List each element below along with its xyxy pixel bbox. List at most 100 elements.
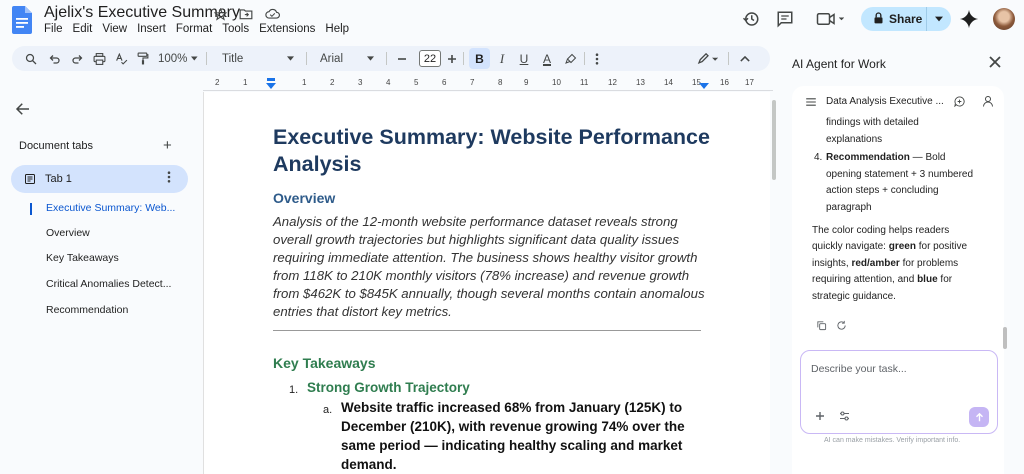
text-color-button[interactable]: A — [538, 46, 556, 71]
menu-insert[interactable]: Insert — [137, 23, 166, 35]
ruler-number: 13 — [636, 78, 645, 87]
comments-icon[interactable] — [774, 8, 796, 30]
decrease-font-size-button[interactable] — [394, 46, 410, 71]
highlight-color-icon[interactable] — [562, 46, 580, 71]
ruler-number: 12 — [608, 78, 617, 87]
redo-icon[interactable] — [68, 46, 86, 71]
tab-document-icon — [25, 174, 35, 184]
increase-font-size-button[interactable] — [444, 46, 460, 71]
document-title[interactable]: Ajelix's Executive Summary — [44, 4, 240, 22]
gemini-sparkle-icon[interactable] — [958, 8, 980, 30]
share-options-button[interactable] — [927, 7, 951, 31]
spellcheck-icon[interactable] — [112, 46, 130, 71]
outline-item-key-takeaways[interactable]: Key Takeaways — [46, 252, 119, 264]
undo-icon[interactable] — [46, 46, 64, 71]
document-outline-sidebar: Document tabs + Tab 1 Executive Summary:… — [0, 92, 200, 474]
copy-icon[interactable] — [816, 320, 827, 331]
chevron-down-icon — [367, 56, 374, 61]
menu-view[interactable]: View — [102, 23, 127, 35]
menu-edit[interactable]: Edit — [73, 23, 93, 35]
ruler[interactable]: 2 1 1 2 3 4 5 6 7 8 9 10 11 12 13 14 15 … — [203, 76, 773, 91]
menu-tools[interactable]: Tools — [222, 23, 249, 35]
font-select[interactable]: Arial — [314, 46, 380, 71]
avatar[interactable] — [993, 8, 1015, 30]
menu-extensions[interactable]: Extensions — [259, 23, 315, 35]
underline-button[interactable]: U — [515, 46, 533, 71]
outline-item-recommendation[interactable]: Recommendation — [46, 304, 128, 316]
meet-icon[interactable] — [814, 8, 848, 30]
add-plus-icon[interactable] — [815, 411, 825, 421]
new-chat-icon[interactable] — [954, 96, 965, 107]
ai-chat-header: Data Analysis Executive ... — [806, 96, 996, 107]
ruler-number: 10 — [552, 78, 561, 87]
ruler-number: 3 — [358, 78, 363, 87]
paint-format-icon[interactable] — [134, 46, 152, 71]
ai-bold-text: blue — [917, 274, 938, 285]
chevron-down-icon — [191, 56, 198, 61]
chevron-up-icon[interactable] — [736, 46, 754, 71]
tab-1[interactable]: Tab 1 — [11, 165, 188, 193]
menu-file[interactable]: File — [44, 23, 63, 35]
ai-text-line: Recommendation — Bold — [826, 150, 945, 167]
tab-more-options-icon[interactable] — [167, 170, 171, 186]
ai-text-line: explanations — [826, 134, 883, 145]
indent-marker-icon[interactable] — [266, 78, 276, 90]
document-page[interactable]: Executive Summary: Website Performance A… — [203, 92, 770, 474]
ai-text-line: insights, red/amber for problems — [812, 256, 958, 273]
share-button[interactable]: Share — [861, 7, 951, 31]
hamburger-menu-icon[interactable] — [806, 97, 816, 106]
menu-help[interactable]: Help — [325, 23, 349, 35]
toolbar-divider — [463, 52, 464, 65]
ruler-number: 4 — [386, 78, 391, 87]
zoom-value: 100% — [158, 52, 188, 65]
minus-icon — [398, 57, 406, 60]
bold-button[interactable]: B — [469, 48, 490, 69]
toolbar-divider — [584, 52, 585, 65]
ai-text-line: opening statement + 3 numbered — [826, 169, 974, 180]
regenerate-icon[interactable] — [836, 320, 847, 331]
ai-panel-title: AI Agent for Work — [792, 57, 886, 71]
ai-chat-area: Data Analysis Executive ... findings wit… — [792, 86, 1004, 474]
font-size-input[interactable]: 22 — [419, 50, 441, 67]
move-folder-icon[interactable] — [238, 6, 254, 22]
settings-sliders-icon[interactable] — [839, 411, 850, 421]
star-icon[interactable] — [212, 6, 228, 22]
ai-panel-scrollbar[interactable] — [1003, 327, 1007, 349]
docs-logo-icon[interactable] — [12, 6, 32, 34]
ruler-number: 1 — [302, 78, 307, 87]
outline-item-executive-summary[interactable]: Executive Summary: Web... — [46, 202, 175, 214]
back-arrow-icon[interactable] — [14, 100, 32, 118]
document-scrollbar[interactable] — [772, 100, 776, 180]
editing-mode-icon[interactable] — [692, 46, 724, 71]
share-main[interactable]: Share — [861, 7, 927, 31]
ai-text-line: The color coding helps readers — [812, 225, 950, 236]
chevron-down-icon — [935, 16, 943, 22]
lock-icon — [873, 11, 884, 27]
ruler-number: 14 — [664, 78, 673, 87]
print-icon[interactable] — [90, 46, 108, 71]
italic-button[interactable]: I — [493, 46, 511, 71]
plus-icon — [448, 54, 456, 63]
user-icon[interactable] — [983, 96, 993, 107]
outline-item-critical-anomalies[interactable]: Critical Anomalies Detect... — [46, 278, 171, 290]
close-icon[interactable] — [989, 55, 1001, 73]
ai-task-input[interactable]: Describe your task... — [800, 350, 998, 434]
add-tab-plus-icon[interactable]: + — [163, 137, 172, 154]
search-menus-icon[interactable] — [22, 46, 40, 71]
ai-text-line: paragraph — [826, 202, 872, 213]
outline-item-overview[interactable]: Overview — [46, 227, 90, 239]
app-window: Ajelix's Executive Summary File Edit Vie… — [0, 0, 1024, 474]
style-select[interactable]: Title — [216, 46, 300, 71]
more-options-icon[interactable] — [590, 46, 604, 71]
cloud-saved-icon[interactable] — [264, 6, 280, 22]
version-history-icon[interactable] — [740, 8, 762, 30]
ruler-number: 7 — [470, 78, 475, 87]
right-indent-marker-icon[interactable] — [699, 78, 709, 90]
menu-format[interactable]: Format — [176, 23, 212, 35]
zoom-select[interactable]: 100% — [158, 46, 198, 71]
ai-bold-text: Recommendation — [826, 152, 910, 163]
ai-chat-title[interactable]: Data Analysis Executive ... — [826, 96, 948, 107]
ruler-number: 1 — [243, 78, 248, 87]
send-button[interactable] — [969, 407, 989, 427]
ai-list-number: 4. — [814, 152, 823, 163]
